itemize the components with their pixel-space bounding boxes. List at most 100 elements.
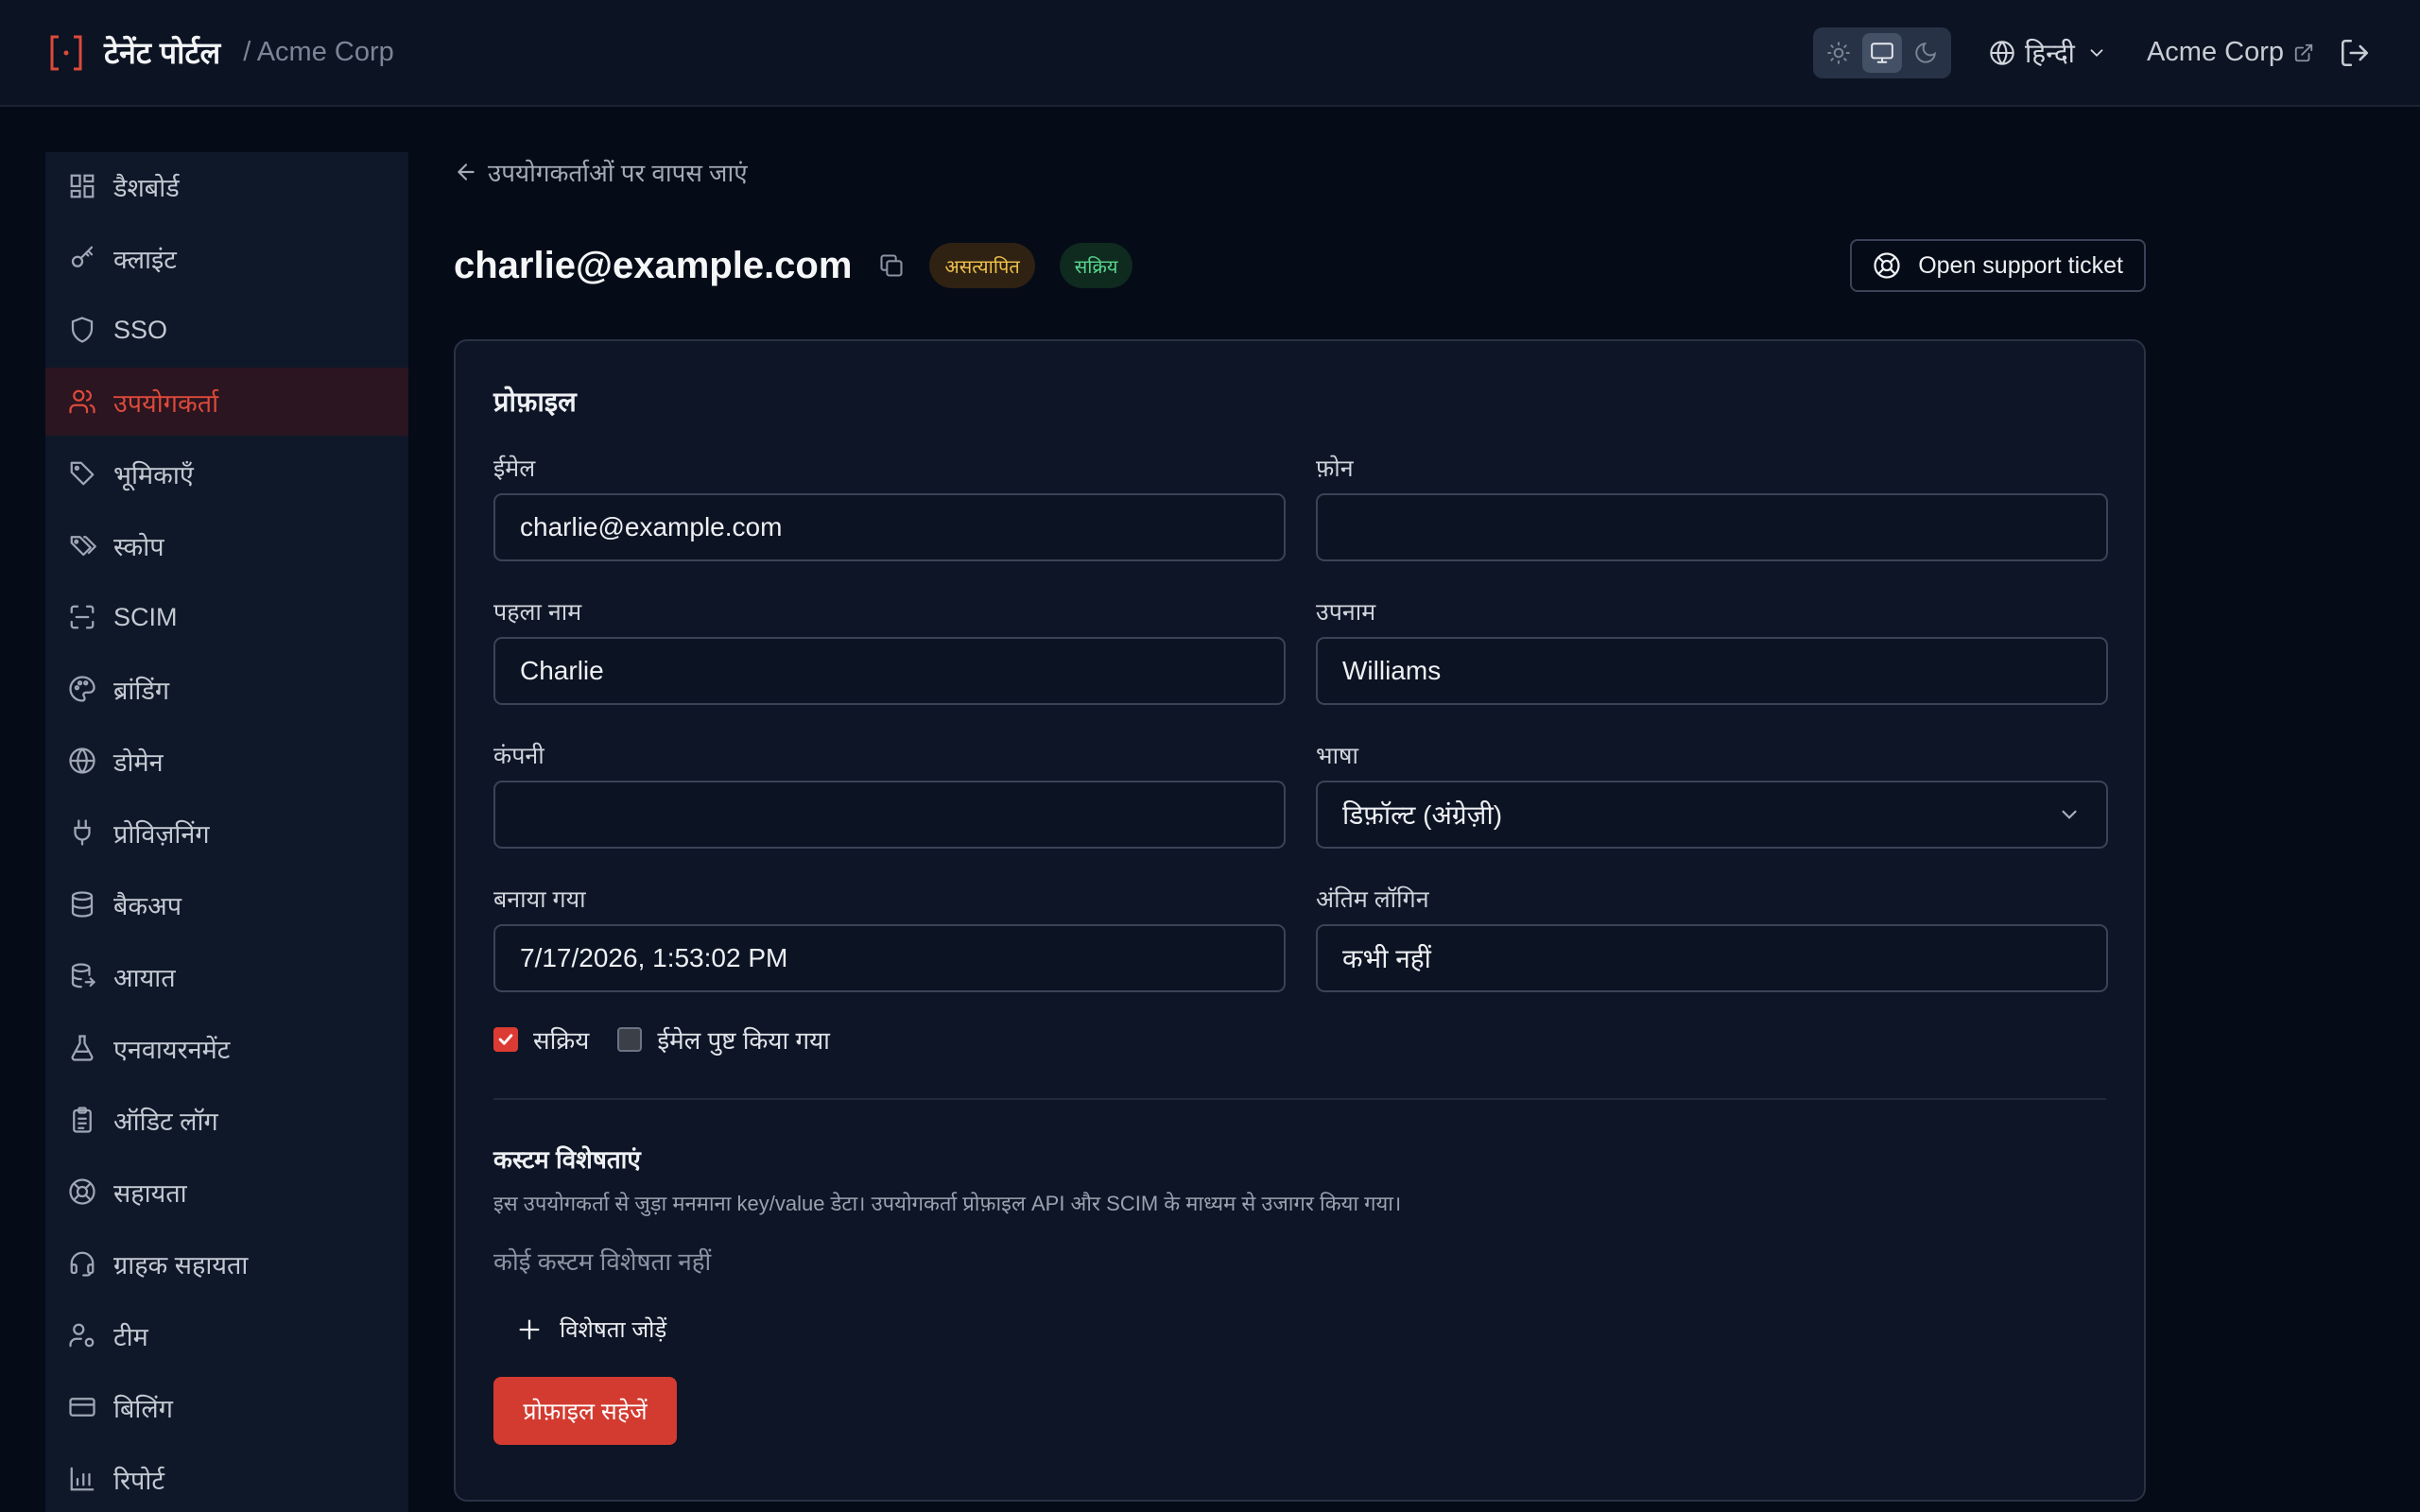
profile-card: प्रोफ़ाइल ईमेल charlie@example.com फ़ोन …	[454, 339, 2146, 1502]
language-select[interactable]: डिफ़ॉल्ट (अंग्रेज़ी)	[1316, 781, 2108, 849]
headset-icon	[70, 1251, 95, 1277]
checkbox-unchecked[interactable]	[617, 1027, 643, 1052]
profile-form: ईमेल charlie@example.com फ़ोन पहला नाम C…	[493, 452, 2108, 1026]
language-label: भाषा	[1316, 743, 1358, 769]
shield-icon	[71, 317, 94, 343]
last-name-field[interactable]: Williams	[1316, 637, 2108, 705]
sidebar-item-reports[interactable]: रिपोर्ट	[45, 1445, 408, 1512]
logout-icon[interactable]	[2339, 37, 2371, 69]
add-attribute-button[interactable]: विशेषता जोड़ें	[516, 1314, 2106, 1345]
sidebar-item-clients[interactable]: क्लाइंट	[45, 224, 408, 292]
sidebar-item-dashboard[interactable]: डैशबोर्ड	[45, 152, 408, 220]
copy-icon[interactable]	[878, 252, 905, 279]
sidebar-item-label: आयात	[113, 963, 176, 992]
key-icon	[71, 246, 94, 267]
email-label: ईमेल	[493, 455, 536, 482]
dark-theme-button[interactable]	[1906, 33, 1945, 73]
email-field-group: ईमेल charlie@example.com	[493, 452, 1286, 561]
users-icon	[69, 389, 95, 414]
add-attribute-label: विशेषता जोड़ें	[560, 1317, 667, 1343]
created-label: बनाया गया	[493, 886, 586, 913]
back-to-users-link[interactable]: उपयोगकर्ताओं पर वापस जाएं	[454, 152, 2146, 192]
sidebar-item-label: ब्रांडिंग	[113, 676, 170, 705]
open-support-ticket-button[interactable]: Open support ticket	[1850, 239, 2146, 292]
last-login-field: कभी नहीं	[1316, 924, 2108, 992]
flask-icon	[71, 1035, 94, 1061]
sidebar-item-team[interactable]: टीम	[45, 1301, 408, 1369]
bar-chart-icon	[70, 1467, 95, 1491]
chevron-down-icon	[2090, 48, 2103, 57]
unverified-badge: असत्यापित	[929, 243, 1035, 288]
brand-title[interactable]: टेनेंट पोर्टल	[104, 32, 220, 73]
no-custom-attributes-text: कोई कस्टम विशेषता नहीं	[493, 1247, 712, 1276]
light-theme-button[interactable]	[1819, 33, 1858, 73]
language-value: डिफ़ॉल्ट (अंग्रेज़ी)	[1342, 800, 1503, 830]
sidebar-item-domains[interactable]: डोमेन	[45, 727, 408, 795]
language-label: हिन्दी	[2025, 38, 2075, 68]
sidebar-item-label: प्रोविज़निंग	[113, 819, 210, 849]
org-link-label: Acme Corp	[2146, 37, 2284, 67]
sidebar-item-billing[interactable]: बिलिंग	[45, 1373, 408, 1441]
sidebar-item-branding[interactable]: ब्रांडिंग	[45, 655, 408, 723]
active-checkbox-label: सक्रिय	[533, 1026, 590, 1055]
company-label: कंपनी	[493, 743, 544, 769]
sidebar-item-scopes[interactable]: स्कोप	[45, 511, 408, 579]
credit-card-icon	[69, 1398, 95, 1417]
sidebar-item-users[interactable]: उपयोगकर्ता	[45, 368, 408, 436]
active-checkbox[interactable]: सक्रिय	[493, 1022, 589, 1057]
sidebar-item-help[interactable]: सहायता	[45, 1158, 408, 1226]
custom-attributes-description: इस उपयोगकर्ता से जुड़ा मनमाना key/value …	[493, 1192, 1402, 1215]
chevron-down-icon	[2062, 810, 2077, 819]
email-value: charlie@example.com	[520, 512, 783, 541]
last-name-field-group: उपनाम Williams	[1316, 595, 2108, 705]
email-verified-checkbox[interactable]: ईमेल पुष्ट किया गया	[617, 1022, 830, 1057]
globe-icon	[69, 747, 95, 774]
sidebar-item-backup[interactable]: बैकअप	[45, 870, 408, 938]
email-field[interactable]: charlie@example.com	[493, 493, 1286, 561]
system-theme-button[interactable]	[1862, 32, 1903, 73]
database-icon	[71, 891, 94, 918]
language-selector[interactable]: हिन्दी	[1989, 35, 2107, 71]
checkbox-checked[interactable]	[493, 1027, 518, 1052]
page-title: charlie@example.com	[454, 244, 853, 286]
last-login-label: अंतिम लॉगिन	[1316, 886, 1429, 913]
external-link-icon	[2294, 43, 2313, 61]
arrow-left-icon	[457, 163, 475, 180]
sidebar-item-label: स्कोप	[113, 532, 164, 561]
theme-switch	[1813, 26, 1952, 78]
sun-icon	[1827, 41, 1850, 64]
palette-icon	[69, 676, 95, 702]
status-checkboxes: सक्रिय ईमेल पुष्ट किया गया	[493, 1019, 2106, 1060]
phone-field[interactable]	[1316, 493, 2108, 561]
last-login-value: कभी नहीं	[1342, 944, 1431, 973]
sidebar-item-scim[interactable]: SCIM	[45, 583, 408, 651]
sidebar-item-label: रिपोर्ट	[113, 1466, 164, 1495]
sidebar-item-label: भूमिकाएँ	[113, 460, 194, 490]
sidebar-item-sso[interactable]: SSO	[45, 296, 408, 364]
org-link[interactable]: Acme Corp	[2147, 37, 2314, 68]
dashboard-icon	[70, 174, 95, 198]
company-field[interactable]	[493, 781, 1286, 849]
lifebuoy-icon	[69, 1178, 95, 1205]
back-link-label: उपयोगकर्ताओं पर वापस जाएं	[488, 159, 748, 187]
sidebar-item-label: क्लाइंट	[113, 245, 177, 274]
first-name-value: Charlie	[520, 656, 604, 685]
save-profile-button[interactable]: प्रोफ़ाइल सहेजें	[493, 1377, 677, 1445]
sidebar-item-label: एनवायरनमेंट	[113, 1035, 231, 1064]
created-field-group: बनाया गया 7/17/2026, 1:53:02 PM	[493, 883, 1286, 992]
first-name-field[interactable]: Charlie	[493, 637, 1286, 705]
sidebar-item-environment[interactable]: एनवायरनमेंट	[45, 1014, 408, 1082]
sidebar-item-label: ऑडिट लॉग	[113, 1107, 218, 1136]
sidebar-item-provisioning[interactable]: प्रोविज़निंग	[45, 799, 408, 867]
sidebar-item-label: SSO	[113, 315, 168, 344]
first-name-field-group: पहला नाम Charlie	[493, 595, 1286, 705]
lifebuoy-icon	[1874, 252, 1900, 279]
clipboard-icon	[73, 1107, 92, 1133]
sidebar-item-label: डैशबोर्ड	[113, 173, 180, 202]
sidebar-item-audit-log[interactable]: ऑडिट लॉग	[45, 1086, 408, 1154]
monitor-icon	[1871, 42, 1893, 63]
sidebar-item-roles[interactable]: भूमिकाएँ	[45, 439, 408, 507]
database-import-icon	[71, 963, 96, 988]
sidebar-item-customer-support[interactable]: ग्राहक सहायता	[45, 1229, 408, 1297]
sidebar-item-import[interactable]: आयात	[45, 942, 408, 1010]
